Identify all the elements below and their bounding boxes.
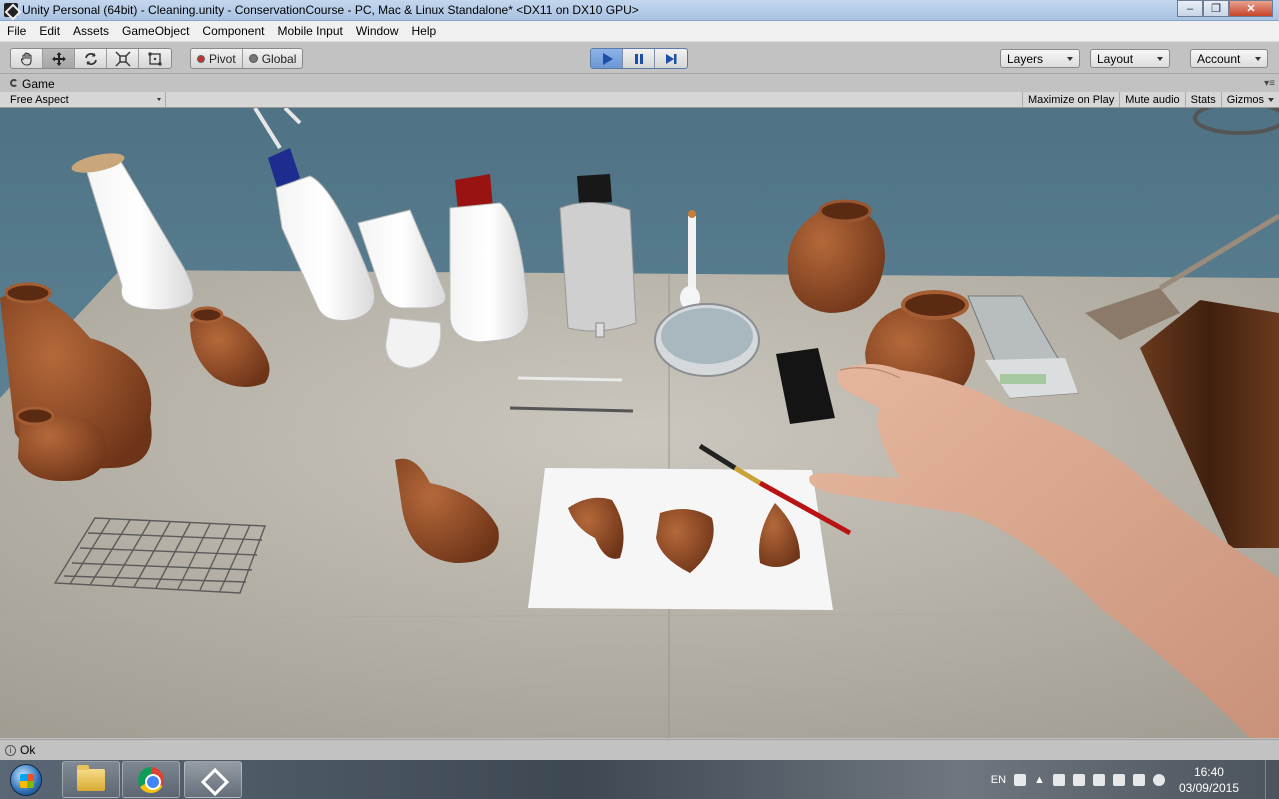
window-title: Unity Personal (64bit) - Cleaning.unity … bbox=[22, 3, 639, 17]
layout-label: Layout bbox=[1097, 51, 1134, 66]
windows-logo-icon bbox=[10, 764, 42, 796]
tab-game[interactable]: Game bbox=[8, 76, 65, 92]
pivot-button[interactable]: Pivot bbox=[191, 49, 243, 68]
chevron-down-icon bbox=[1157, 56, 1163, 61]
system-tray: EN ▲ 16:40 03/09/2015 bbox=[991, 760, 1279, 799]
status-message: Ok bbox=[20, 743, 36, 757]
panel-menu-icon[interactable]: ▾≡ bbox=[1264, 78, 1275, 89]
menu-help[interactable]: Help bbox=[405, 24, 443, 38]
taskbar-unity[interactable] bbox=[184, 761, 242, 798]
menu-bar: File Edit Assets GameObject Component Mo… bbox=[0, 21, 1279, 42]
transform-tools bbox=[10, 48, 172, 69]
menu-assets[interactable]: Assets bbox=[66, 24, 115, 38]
window-controls: – ❐ ✕ bbox=[1177, 0, 1273, 18]
start-button[interactable] bbox=[4, 762, 48, 798]
windows-update-icon[interactable] bbox=[1072, 773, 1085, 786]
unity-app-icon bbox=[4, 3, 18, 17]
global-label: Global bbox=[261, 51, 297, 66]
menu-component[interactable]: Component bbox=[195, 24, 270, 38]
rotate-icon bbox=[84, 52, 97, 65]
account-dropdown[interactable]: Account bbox=[1190, 49, 1268, 68]
pause-icon bbox=[634, 53, 643, 64]
chevron-down-icon bbox=[1268, 97, 1274, 102]
game-scene bbox=[0, 108, 1279, 738]
volume-icon[interactable] bbox=[1132, 773, 1145, 786]
clock-date: 03/09/2015 bbox=[1178, 780, 1239, 795]
game-tab-bar: Game ▾≡ bbox=[0, 75, 1279, 92]
mute-audio-toggle[interactable]: Mute audio bbox=[1119, 92, 1184, 107]
clock-time: 16:40 bbox=[1193, 764, 1224, 779]
step-button[interactable] bbox=[655, 49, 687, 68]
move-icon bbox=[51, 51, 66, 66]
game-tab-label: Game bbox=[22, 77, 55, 91]
menu-mobile-input[interactable]: Mobile Input bbox=[270, 24, 348, 38]
rect-tool-button[interactable] bbox=[139, 49, 171, 68]
taskbar-chrome[interactable] bbox=[122, 761, 180, 798]
hand-icon bbox=[20, 51, 32, 66]
layers-label: Layers bbox=[1007, 51, 1044, 66]
play-button[interactable] bbox=[591, 49, 623, 68]
scale-tool-button[interactable] bbox=[107, 49, 139, 68]
menu-file[interactable]: File bbox=[0, 24, 32, 38]
gizmos-label: Gizmos bbox=[1226, 93, 1264, 106]
taskbar-explorer[interactable] bbox=[62, 761, 120, 798]
rotate-tool-button[interactable] bbox=[75, 49, 107, 68]
rect-icon bbox=[148, 52, 162, 65]
gizmos-dropdown[interactable]: Gizmos bbox=[1220, 92, 1279, 107]
minimize-button[interactable]: – bbox=[1177, 0, 1203, 17]
hand-tool-button[interactable] bbox=[11, 49, 43, 68]
menu-edit[interactable]: Edit bbox=[32, 24, 66, 38]
unity-icon bbox=[200, 767, 226, 793]
game-view-controls: Free Aspect Maximize on Play Mute audio … bbox=[0, 92, 1279, 108]
pivot-label: Pivot bbox=[209, 51, 236, 66]
chrome-icon bbox=[138, 766, 164, 793]
step-icon bbox=[666, 53, 677, 64]
menu-window[interactable]: Window bbox=[349, 24, 405, 38]
windows-taskbar: EN ▲ 16:40 03/09/2015 bbox=[0, 760, 1279, 799]
power-icon[interactable] bbox=[1152, 773, 1165, 786]
maximize-on-play-toggle[interactable]: Maximize on Play bbox=[1022, 92, 1119, 107]
toolbar: Pivot Global Layers Layout Account bbox=[0, 42, 1279, 74]
account-label: Account bbox=[1197, 51, 1241, 66]
clock[interactable]: 16:40 03/09/2015 bbox=[1179, 764, 1239, 796]
layers-dropdown[interactable]: Layers bbox=[1000, 49, 1080, 68]
close-button[interactable]: ✕ bbox=[1229, 0, 1273, 17]
global-button[interactable]: Global bbox=[243, 49, 303, 68]
aspect-label: Free Aspect bbox=[10, 93, 69, 106]
layout-dropdown[interactable]: Layout bbox=[1090, 49, 1170, 68]
chevron-down-icon bbox=[1255, 56, 1261, 61]
chevron-down-icon bbox=[1067, 56, 1073, 61]
info-icon: i bbox=[5, 744, 16, 756]
paper-with-shards bbox=[528, 468, 833, 610]
status-bar: i Ok bbox=[0, 739, 1279, 760]
game-view-icon bbox=[10, 79, 18, 87]
pause-button[interactable] bbox=[623, 49, 655, 68]
game-view-toggles: Maximize on Play Mute audio Stats Gizmos bbox=[1022, 92, 1279, 107]
play-icon bbox=[602, 52, 613, 65]
keyboard-icon[interactable] bbox=[1014, 773, 1027, 786]
chevron-down-icon bbox=[157, 98, 161, 101]
pivot-global-toggle: Pivot Global bbox=[190, 48, 304, 69]
folder-icon bbox=[77, 764, 105, 791]
display-icon[interactable] bbox=[1092, 773, 1105, 786]
action-center-flag-icon[interactable] bbox=[1052, 773, 1065, 786]
show-desktop-button[interactable] bbox=[1265, 760, 1279, 799]
stats-toggle[interactable]: Stats bbox=[1184, 92, 1221, 107]
playback-controls bbox=[590, 48, 688, 69]
title-bar: Unity Personal (64bit) - Cleaning.unity … bbox=[0, 0, 1279, 21]
menu-gameobject[interactable]: GameObject bbox=[115, 24, 195, 38]
move-tool-button[interactable] bbox=[43, 49, 75, 68]
scale-icon bbox=[115, 51, 130, 66]
pivot-icon bbox=[197, 54, 205, 63]
game-viewport[interactable] bbox=[0, 108, 1279, 738]
aspect-dropdown[interactable]: Free Aspect bbox=[6, 92, 166, 107]
show-hidden-icons-icon[interactable]: ▲ bbox=[1034, 774, 1045, 786]
maximize-button[interactable]: ❐ bbox=[1203, 0, 1229, 17]
network-signal-icon[interactable] bbox=[1112, 773, 1125, 786]
language-indicator[interactable]: EN bbox=[991, 774, 1006, 786]
globe-icon bbox=[248, 54, 258, 63]
